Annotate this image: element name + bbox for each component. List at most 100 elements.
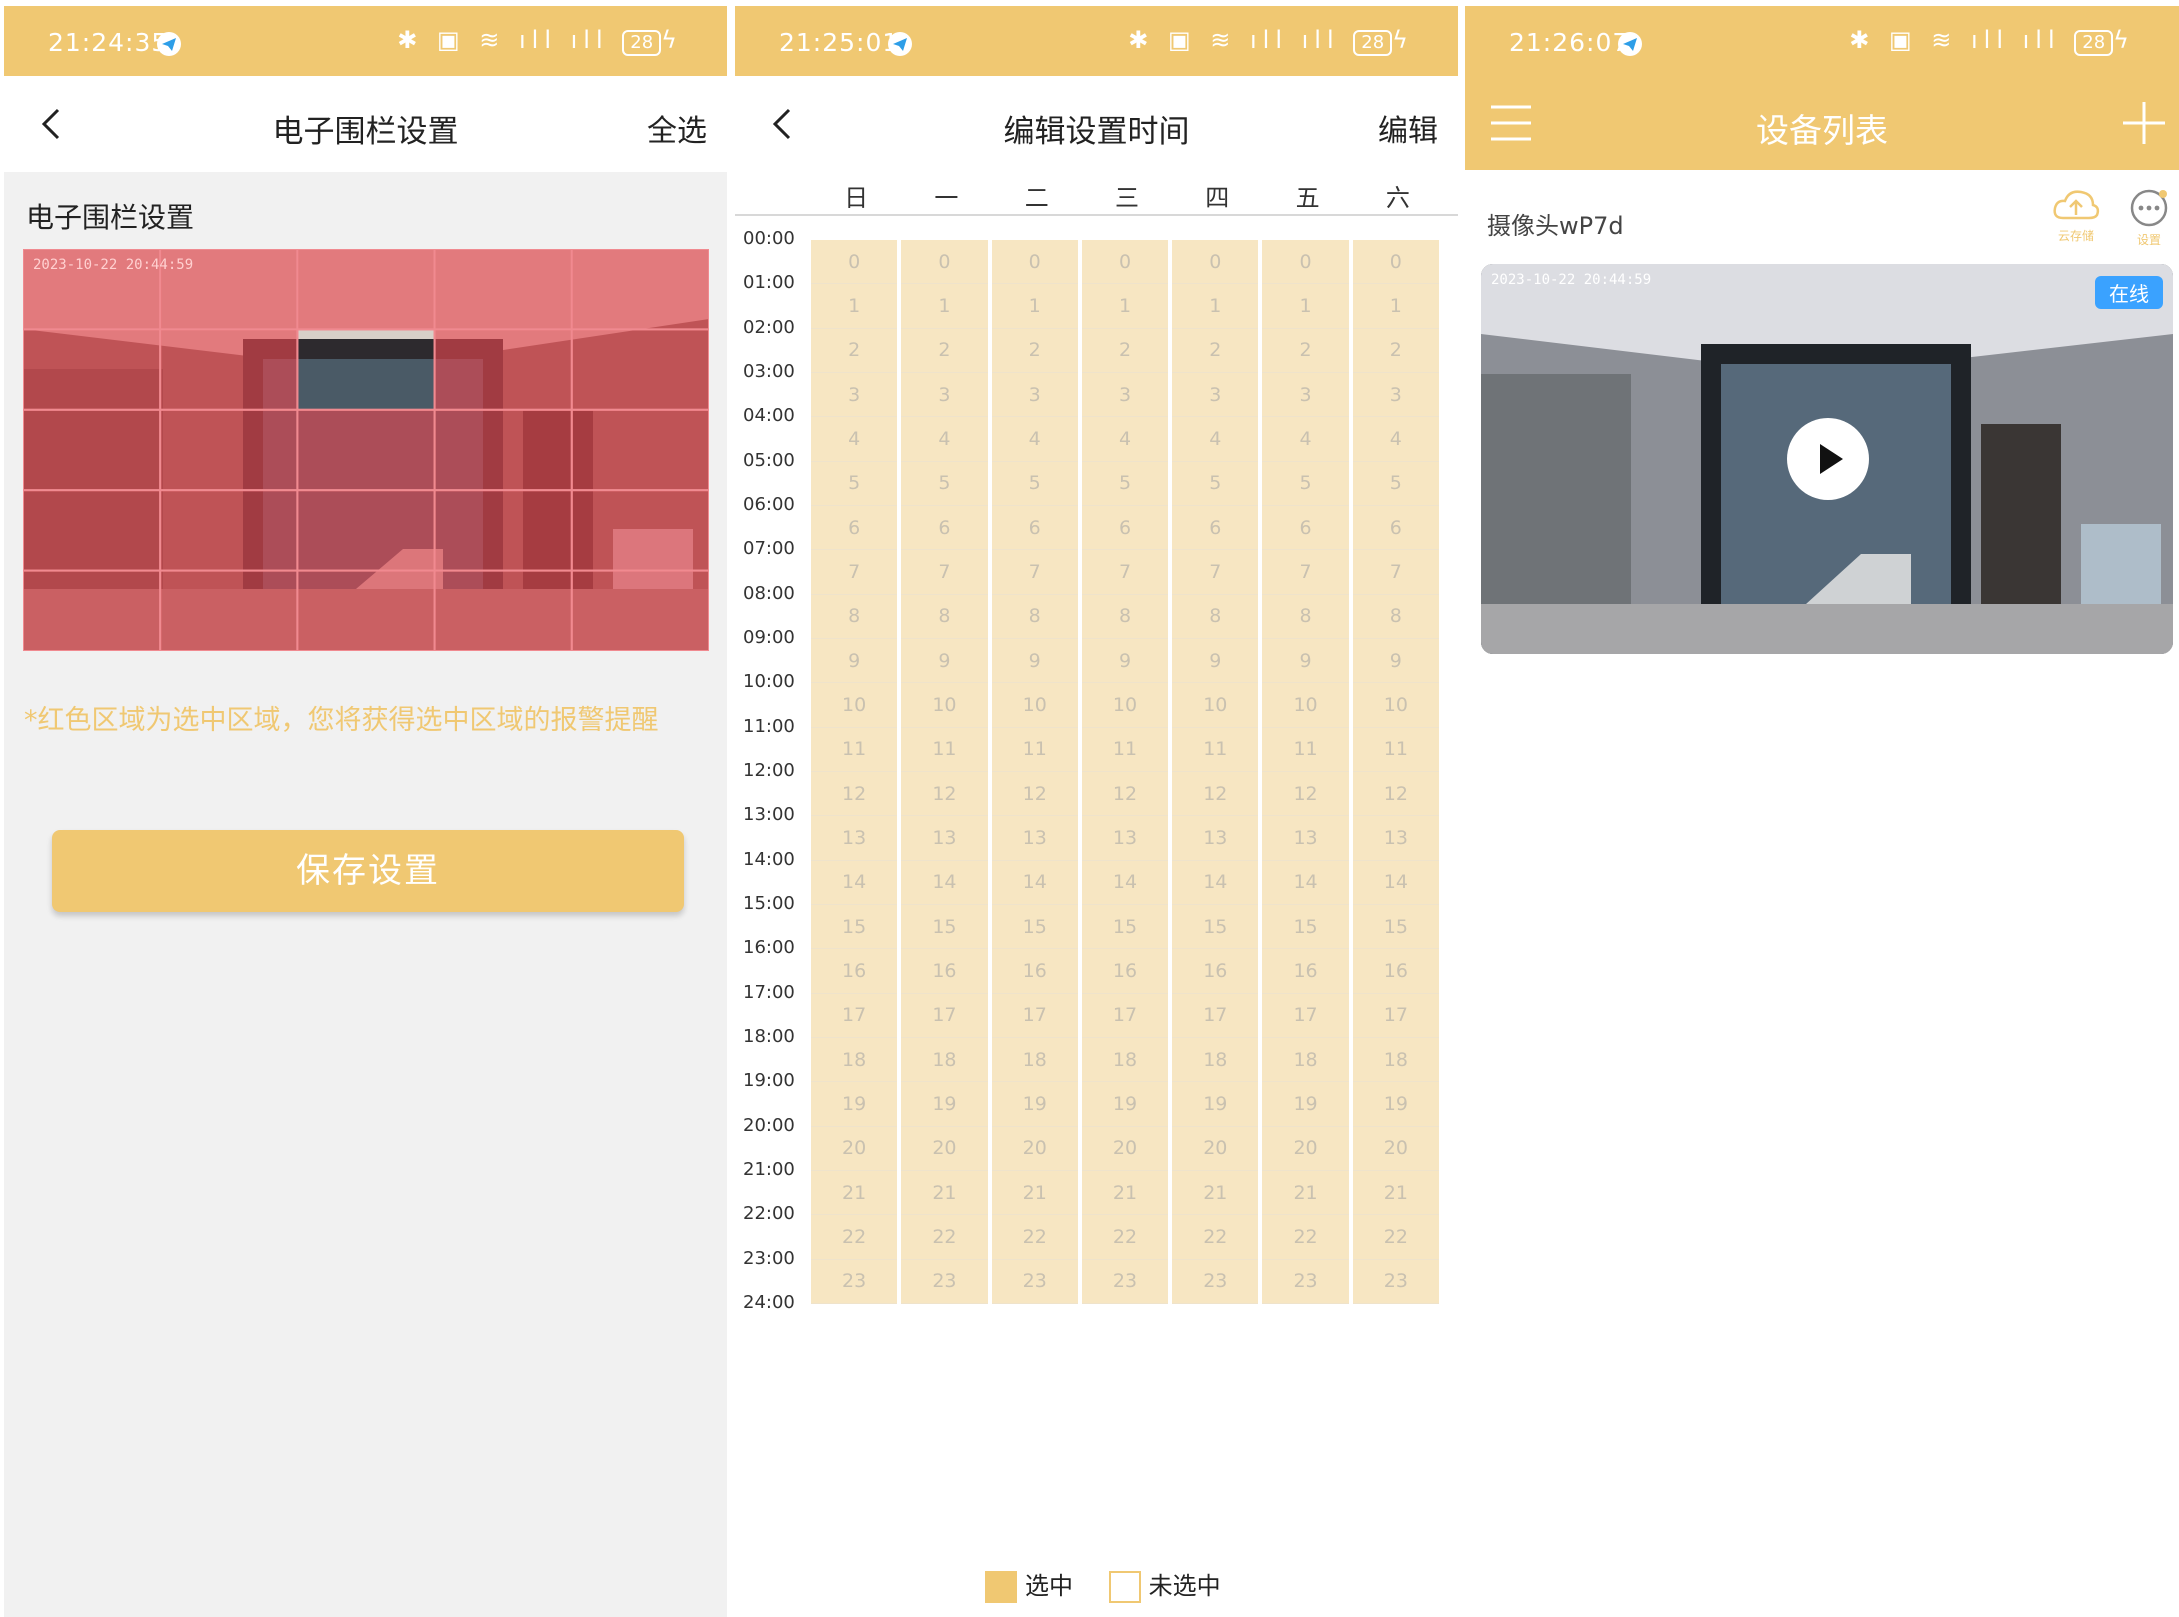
schedule-cell[interactable]: 5 xyxy=(1262,461,1349,506)
schedule-cell[interactable]: 7 xyxy=(1262,550,1349,595)
schedule-cell[interactable]: 4 xyxy=(811,417,898,462)
schedule-cell[interactable]: 1 xyxy=(901,284,988,329)
schedule-cell[interactable]: 22 xyxy=(1262,1215,1349,1260)
schedule-cell[interactable]: 2 xyxy=(901,328,988,373)
schedule-cell[interactable]: 17 xyxy=(811,993,898,1038)
schedule-cell[interactable]: 20 xyxy=(1081,1126,1169,1171)
schedule-cell[interactable]: 16 xyxy=(1352,949,1439,994)
schedule-cell[interactable]: 15 xyxy=(1081,905,1169,950)
schedule-cell[interactable]: 18 xyxy=(1352,1038,1439,1083)
schedule-cell[interactable]: 8 xyxy=(1172,594,1259,639)
schedule-cell[interactable]: 14 xyxy=(1352,860,1439,905)
schedule-cell[interactable]: 3 xyxy=(901,373,988,418)
schedule-cell[interactable]: 8 xyxy=(1352,594,1439,639)
fence-cell-selected[interactable] xyxy=(23,328,162,411)
fence-cell-selected[interactable] xyxy=(433,569,573,651)
schedule-cell[interactable]: 6 xyxy=(901,506,988,551)
schedule-cell[interactable]: 3 xyxy=(991,373,1078,418)
schedule-cell[interactable]: 15 xyxy=(811,905,898,950)
schedule-cell[interactable]: 22 xyxy=(1081,1215,1169,1260)
schedule-cell[interactable]: 0 xyxy=(811,240,898,285)
schedule-cell[interactable]: 7 xyxy=(1352,550,1439,595)
schedule-cell[interactable]: 21 xyxy=(1262,1171,1349,1216)
fence-cell-selected[interactable] xyxy=(433,249,573,331)
schedule-cell[interactable]: 22 xyxy=(991,1215,1078,1260)
schedule-cell[interactable]: 4 xyxy=(991,417,1078,462)
schedule-cell[interactable]: 18 xyxy=(811,1038,898,1083)
schedule-cell[interactable]: 0 xyxy=(1262,240,1349,285)
schedule-cell[interactable]: 20 xyxy=(1352,1126,1439,1171)
schedule-cell[interactable]: 17 xyxy=(1081,993,1169,1038)
schedule-cell[interactable]: 3 xyxy=(1172,373,1259,418)
schedule-cell[interactable]: 11 xyxy=(1172,727,1259,772)
schedule-cell[interactable]: 13 xyxy=(1262,816,1349,861)
schedule-cell[interactable]: 20 xyxy=(901,1126,988,1171)
schedule-cell[interactable]: 12 xyxy=(811,772,898,817)
schedule-cell[interactable]: 19 xyxy=(901,1082,988,1127)
schedule-cell[interactable]: 12 xyxy=(1172,772,1259,817)
schedule-cell[interactable]: 11 xyxy=(1352,727,1439,772)
schedule-cell[interactable]: 19 xyxy=(811,1082,898,1127)
schedule-cell[interactable]: 13 xyxy=(991,816,1078,861)
schedule-cell[interactable]: 8 xyxy=(811,594,898,639)
schedule-grid[interactable]: 0 1 2 3 4 5 6 7 8 9 10 11 12 13 14 15 16 17 18 19 20 21 22 23 0 1… xyxy=(811,240,1443,1304)
schedule-cell[interactable]: 22 xyxy=(1172,1215,1259,1260)
fence-cell-selected[interactable] xyxy=(159,408,299,492)
schedule-cell[interactable]: 13 xyxy=(1081,816,1169,861)
schedule-cell[interactable]: 16 xyxy=(1081,949,1169,994)
schedule-cell[interactable]: 6 xyxy=(1262,506,1349,551)
fence-cell-selected[interactable] xyxy=(570,328,709,411)
schedule-cell[interactable]: 5 xyxy=(991,461,1078,506)
schedule-cell[interactable]: 22 xyxy=(901,1215,988,1260)
schedule-cell[interactable]: 7 xyxy=(1081,550,1169,595)
schedule-cell[interactable]: 17 xyxy=(1352,993,1439,1038)
schedule-cell[interactable]: 18 xyxy=(1081,1038,1169,1083)
schedule-cell[interactable]: 9 xyxy=(811,639,898,684)
schedule-cell[interactable]: 23 xyxy=(1081,1259,1169,1304)
schedule-cell[interactable]: 21 xyxy=(1172,1171,1259,1216)
schedule-cell[interactable]: 12 xyxy=(1352,772,1439,817)
schedule-cell[interactable]: 18 xyxy=(1262,1038,1349,1083)
schedule-cell[interactable]: 23 xyxy=(1352,1259,1439,1304)
add-icon[interactable] xyxy=(2121,100,2167,146)
schedule-cell[interactable]: 20 xyxy=(991,1126,1078,1171)
fence-cell-selected[interactable] xyxy=(23,489,162,572)
schedule-cell[interactable]: 18 xyxy=(1172,1038,1259,1083)
schedule-cell[interactable]: 2 xyxy=(811,328,898,373)
schedule-cell[interactable]: 20 xyxy=(1172,1126,1259,1171)
schedule-cell[interactable]: 2 xyxy=(1172,328,1259,373)
schedule-cell[interactable]: 15 xyxy=(1352,905,1439,950)
schedule-cell[interactable]: 9 xyxy=(1172,639,1259,684)
schedule-cell[interactable]: 17 xyxy=(901,993,988,1038)
schedule-cell[interactable]: 1 xyxy=(991,284,1078,329)
schedule-cell[interactable]: 15 xyxy=(1262,905,1349,950)
schedule-cell[interactable]: 13 xyxy=(1352,816,1439,861)
schedule-cell[interactable]: 14 xyxy=(901,860,988,905)
schedule-cell[interactable]: 0 xyxy=(901,240,988,285)
schedule-cell[interactable]: 5 xyxy=(811,461,898,506)
fence-cell-selected[interactable] xyxy=(433,408,573,492)
schedule-cell[interactable]: 10 xyxy=(1352,683,1439,728)
schedule-cell[interactable]: 13 xyxy=(811,816,898,861)
schedule-cell[interactable]: 8 xyxy=(1081,594,1169,639)
fence-cell-selected[interactable] xyxy=(23,408,162,492)
schedule-cell[interactable]: 6 xyxy=(991,506,1078,551)
schedule-cell[interactable]: 21 xyxy=(811,1171,898,1216)
edit-button[interactable]: 编辑 xyxy=(1378,106,1438,150)
cloud-storage-button[interactable]: 云存储 xyxy=(2048,188,2104,244)
schedule-cell[interactable]: 14 xyxy=(1081,860,1169,905)
schedule-cell[interactable]: 10 xyxy=(991,683,1078,728)
fence-grid[interactable]: 2023-10-22 20:44:59 xyxy=(23,249,709,651)
schedule-cell[interactable]: 1 xyxy=(1262,284,1349,329)
schedule-cell[interactable]: 12 xyxy=(901,772,988,817)
camera-preview[interactable]: 2023-10-22 20:44:59 在线 xyxy=(1481,264,2173,654)
schedule-cell[interactable]: 23 xyxy=(991,1259,1078,1304)
fence-cell-selected[interactable] xyxy=(433,489,573,572)
fence-cell-selected[interactable] xyxy=(570,408,709,492)
schedule-cell[interactable]: 23 xyxy=(1262,1259,1349,1304)
schedule-cell[interactable]: 9 xyxy=(1352,639,1439,684)
schedule-cell[interactable]: 3 xyxy=(1262,373,1349,418)
schedule-cell[interactable]: 16 xyxy=(1262,949,1349,994)
schedule-cell[interactable]: 15 xyxy=(991,905,1078,950)
schedule-cell[interactable]: 10 xyxy=(901,683,988,728)
